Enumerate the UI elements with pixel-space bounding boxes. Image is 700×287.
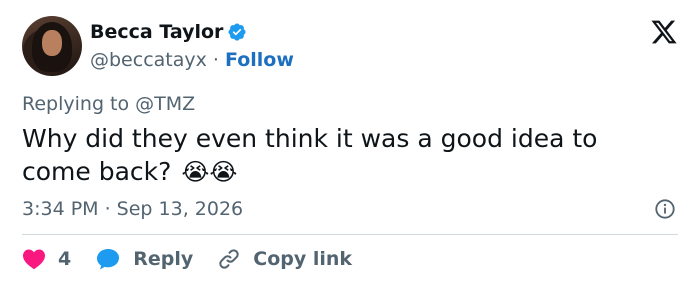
verified-badge-icon bbox=[228, 23, 246, 41]
like-count: 4 bbox=[58, 248, 72, 270]
x-logo-icon[interactable] bbox=[650, 18, 678, 46]
author-name[interactable]: Becca Taylor bbox=[90, 20, 223, 44]
link-icon bbox=[219, 249, 239, 269]
avatar-face bbox=[42, 30, 62, 56]
author-name-row: Becca Taylor bbox=[90, 20, 247, 44]
handle-separator: · bbox=[212, 49, 219, 71]
avatar[interactable] bbox=[22, 16, 82, 76]
copy-link-button[interactable]: Copy link bbox=[217, 246, 352, 272]
info-icon[interactable] bbox=[654, 198, 676, 220]
divider bbox=[22, 234, 678, 235]
reply-bubble-icon bbox=[97, 249, 120, 270]
tweet-body: Why did they even think it was a good id… bbox=[22, 124, 598, 186]
tweet-text: Why did they even think it was a good id… bbox=[22, 122, 672, 189]
crying-emoji-icon: 😭😭 bbox=[181, 158, 238, 186]
like-button[interactable]: 4 bbox=[22, 246, 71, 272]
replying-to: Replying to @TMZ bbox=[22, 92, 195, 116]
follow-button[interactable]: Follow bbox=[225, 49, 294, 71]
replying-prefix: Replying to bbox=[22, 93, 130, 115]
author-handle[interactable]: @beccatayx bbox=[90, 49, 207, 71]
tweet-timestamp[interactable]: 3:34 PM · Sep 13, 2026 bbox=[22, 197, 243, 221]
action-bar: 4 Reply Copy link bbox=[22, 246, 376, 272]
reply-button[interactable]: Reply bbox=[95, 246, 193, 272]
heart-icon bbox=[23, 249, 45, 270]
replying-mention[interactable]: @TMZ bbox=[135, 93, 195, 115]
reply-label: Reply bbox=[133, 248, 194, 270]
copy-link-label: Copy link bbox=[253, 248, 353, 270]
author-handle-row: @beccatayx · Follow bbox=[90, 48, 294, 72]
